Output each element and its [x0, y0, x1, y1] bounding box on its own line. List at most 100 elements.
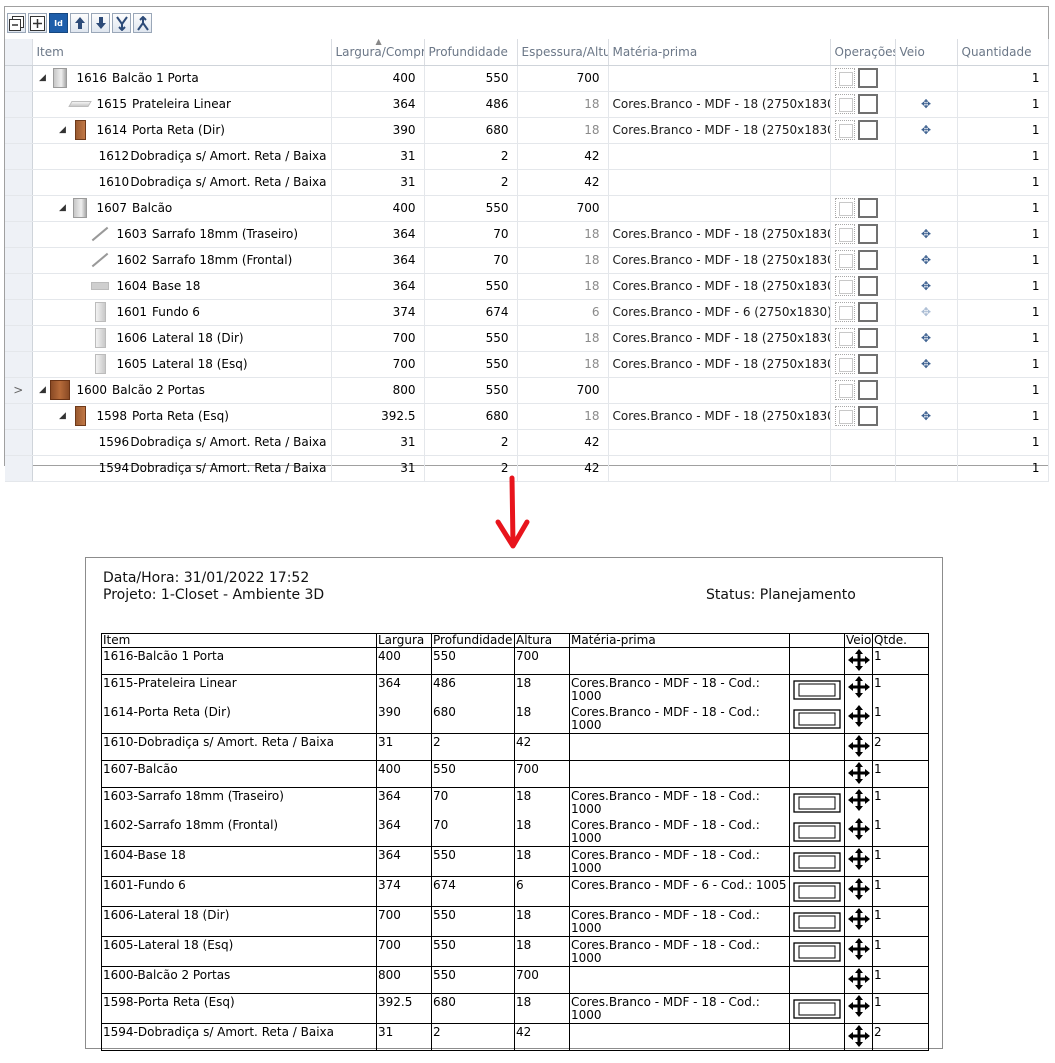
- cell-quantidade[interactable]: 1: [957, 91, 1049, 118]
- cell-profundidade[interactable]: 2: [424, 429, 518, 456]
- row-indicator[interactable]: [5, 117, 33, 144]
- cell-veio[interactable]: ✥: [895, 117, 958, 144]
- cell-materia-prima[interactable]: [608, 377, 831, 404]
- cell-operacoes[interactable]: [830, 429, 896, 456]
- cell-item[interactable]: 1596 Dobradiça s/ Amort. Reta / Baixa: [32, 429, 332, 456]
- operation-frame-icon[interactable]: [834, 250, 855, 270]
- cell-largura[interactable]: 392.5: [331, 403, 425, 430]
- cell-materia-prima[interactable]: Cores.Branco - MDF - 18 (2750x1830): [608, 403, 831, 430]
- move-down-button[interactable]: [91, 13, 110, 33]
- cell-profundidade[interactable]: 2: [424, 143, 518, 170]
- row-indicator[interactable]: [5, 65, 33, 92]
- cell-largura[interactable]: 400: [331, 195, 425, 222]
- cell-operacoes[interactable]: [830, 403, 896, 430]
- cell-materia-prima[interactable]: Cores.Branco - MDF - 18 (2750x1830): [608, 91, 831, 118]
- cell-profundidade[interactable]: 486: [424, 91, 518, 118]
- cell-materia-prima[interactable]: Cores.Branco - MDF - 18 (2750x1830): [608, 221, 831, 248]
- cell-espessura[interactable]: 18: [517, 117, 609, 144]
- cell-item[interactable]: 1603 Sarrafo 18mm (Traseiro): [32, 221, 332, 248]
- cell-item[interactable]: ◢ 1600 Balcão 2 Portas: [32, 377, 332, 404]
- cell-quantidade[interactable]: 1: [957, 429, 1049, 456]
- grid-row[interactable]: > ◢ 1600 Balcão 2 Portas 800 550 700 1: [5, 377, 1049, 404]
- row-indicator[interactable]: [5, 299, 33, 326]
- operation-square-icon[interactable]: [857, 94, 878, 114]
- operation-frame-icon[interactable]: [834, 94, 855, 114]
- row-indicator[interactable]: [5, 91, 33, 118]
- column-header-quantidade[interactable]: Quantidade: [957, 39, 1049, 66]
- operation-frame-icon[interactable]: [834, 276, 855, 296]
- grid-row[interactable]: ◢ 1614 Porta Reta (Dir) 390 680 18 Cores.Branc…: [5, 117, 1049, 144]
- operation-square-icon[interactable]: [857, 224, 878, 244]
- cell-operacoes[interactable]: [830, 65, 896, 92]
- cell-item[interactable]: 1612 Dobradiça s/ Amort. Reta / Baixa: [32, 143, 332, 170]
- cell-item[interactable]: 1594 Dobradiça s/ Amort. Reta / Baixa: [32, 455, 332, 482]
- cell-item[interactable]: ◢ 1614 Porta Reta (Dir): [32, 117, 332, 144]
- operation-frame-icon[interactable]: [834, 406, 855, 426]
- cell-operacoes[interactable]: [830, 195, 896, 222]
- cell-quantidade[interactable]: 1: [957, 221, 1049, 248]
- cell-espessura[interactable]: 18: [517, 351, 609, 378]
- cell-largura[interactable]: 364: [331, 221, 425, 248]
- cell-operacoes[interactable]: [830, 117, 896, 144]
- cell-espessura[interactable]: 42: [517, 429, 609, 456]
- cell-veio[interactable]: ✥: [895, 325, 958, 352]
- cell-espessura[interactable]: 700: [517, 195, 609, 222]
- cell-veio[interactable]: ✥: [895, 247, 958, 274]
- grid-row[interactable]: 1612 Dobradiça s/ Amort. Reta / Baixa 31 2 4…: [5, 143, 1049, 170]
- cell-largura[interactable]: 374: [331, 299, 425, 326]
- grid-row[interactable]: ◢ 1598 Porta Reta (Esq) 392.5 680 18 Cores.Bra…: [5, 403, 1049, 430]
- row-indicator[interactable]: [5, 325, 33, 352]
- cell-espessura[interactable]: 700: [517, 377, 609, 404]
- cell-largura[interactable]: 364: [331, 247, 425, 274]
- grid-row[interactable]: 1610 Dobradiça s/ Amort. Reta / Baixa 31 2 4…: [5, 169, 1049, 196]
- column-header-largura[interactable]: ▲Largura/Comprimento: [331, 39, 425, 66]
- row-indicator[interactable]: [5, 143, 33, 170]
- cell-item[interactable]: 1606 Lateral 18 (Dir): [32, 325, 332, 352]
- cell-espessura[interactable]: 42: [517, 169, 609, 196]
- operation-square-icon[interactable]: [857, 198, 878, 218]
- cell-profundidade[interactable]: 550: [424, 65, 518, 92]
- cell-espessura[interactable]: 18: [517, 247, 609, 274]
- cell-espessura[interactable]: 700: [517, 65, 609, 92]
- cell-quantidade[interactable]: 1: [957, 195, 1049, 222]
- row-indicator[interactable]: [5, 429, 33, 456]
- row-indicator[interactable]: [5, 273, 33, 300]
- cell-quantidade[interactable]: 1: [957, 117, 1049, 144]
- grid-row[interactable]: 1603 Sarrafo 18mm (Traseiro) 364 70 18 Cores.…: [5, 221, 1049, 248]
- operation-square-icon[interactable]: [857, 302, 878, 322]
- cell-materia-prima[interactable]: Cores.Branco - MDF - 18 (2750x1830): [608, 273, 831, 300]
- operation-square-icon[interactable]: [857, 354, 878, 374]
- operation-square-icon[interactable]: [857, 380, 878, 400]
- cell-materia-prima[interactable]: Cores.Branco - MDF - 18 (2750x1830): [608, 247, 831, 274]
- cell-espessura[interactable]: 18: [517, 221, 609, 248]
- row-indicator[interactable]: [5, 195, 33, 222]
- expander-icon[interactable]: ◢: [57, 411, 69, 421]
- cell-profundidade[interactable]: 674: [424, 299, 518, 326]
- operation-square-icon[interactable]: [857, 68, 878, 88]
- grid-row[interactable]: 1615 Prateleira Linear 364 486 18 Cores.Branc…: [5, 91, 1049, 118]
- cell-profundidade[interactable]: 550: [424, 195, 518, 222]
- cell-profundidade[interactable]: 550: [424, 325, 518, 352]
- expander-icon[interactable]: ◢: [37, 73, 49, 83]
- cell-item[interactable]: 1602 Sarrafo 18mm (Frontal): [32, 247, 332, 274]
- cell-operacoes[interactable]: [830, 299, 896, 326]
- cell-veio[interactable]: ✥: [895, 403, 958, 430]
- cell-materia-prima[interactable]: Cores.Branco - MDF - 18 (2750x1830): [608, 351, 831, 378]
- collapse-all-button[interactable]: [7, 13, 26, 33]
- grid-row[interactable]: 1606 Lateral 18 (Dir) 700 550 18 Cores.Branco…: [5, 325, 1049, 352]
- cell-operacoes[interactable]: [830, 143, 896, 170]
- column-header-profundidade[interactable]: Profundidade: [424, 39, 518, 66]
- cell-operacoes[interactable]: [830, 247, 896, 274]
- cell-operacoes[interactable]: [830, 221, 896, 248]
- operation-frame-icon[interactable]: [834, 120, 855, 140]
- cell-item[interactable]: 1604 Base 18: [32, 273, 332, 300]
- cell-largura[interactable]: 31: [331, 455, 425, 482]
- cell-largura[interactable]: 31: [331, 429, 425, 456]
- operation-frame-icon[interactable]: [834, 224, 855, 244]
- row-indicator[interactable]: [5, 221, 33, 248]
- cell-quantidade[interactable]: 1: [957, 273, 1049, 300]
- expander-icon[interactable]: ◢: [37, 385, 49, 395]
- cell-item[interactable]: 1605 Lateral 18 (Esq): [32, 351, 332, 378]
- cell-largura[interactable]: 700: [331, 325, 425, 352]
- cell-espessura[interactable]: 42: [517, 143, 609, 170]
